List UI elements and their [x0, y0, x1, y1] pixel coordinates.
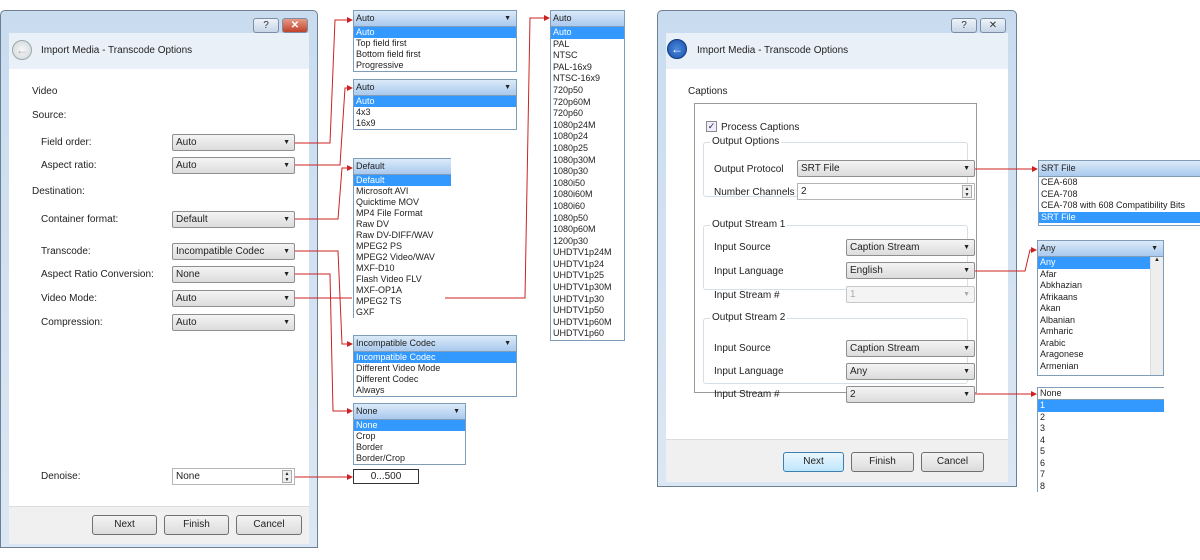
connector-arrow: [975, 247, 1037, 272]
connector-arrow: [295, 85, 353, 166]
connector-arrow: [295, 165, 353, 220]
connector-arrows: [295, 15, 1038, 480]
connector-arrow: [295, 17, 353, 144]
connector-arrow: [295, 273, 353, 414]
connector-arrow: [445, 15, 550, 299]
